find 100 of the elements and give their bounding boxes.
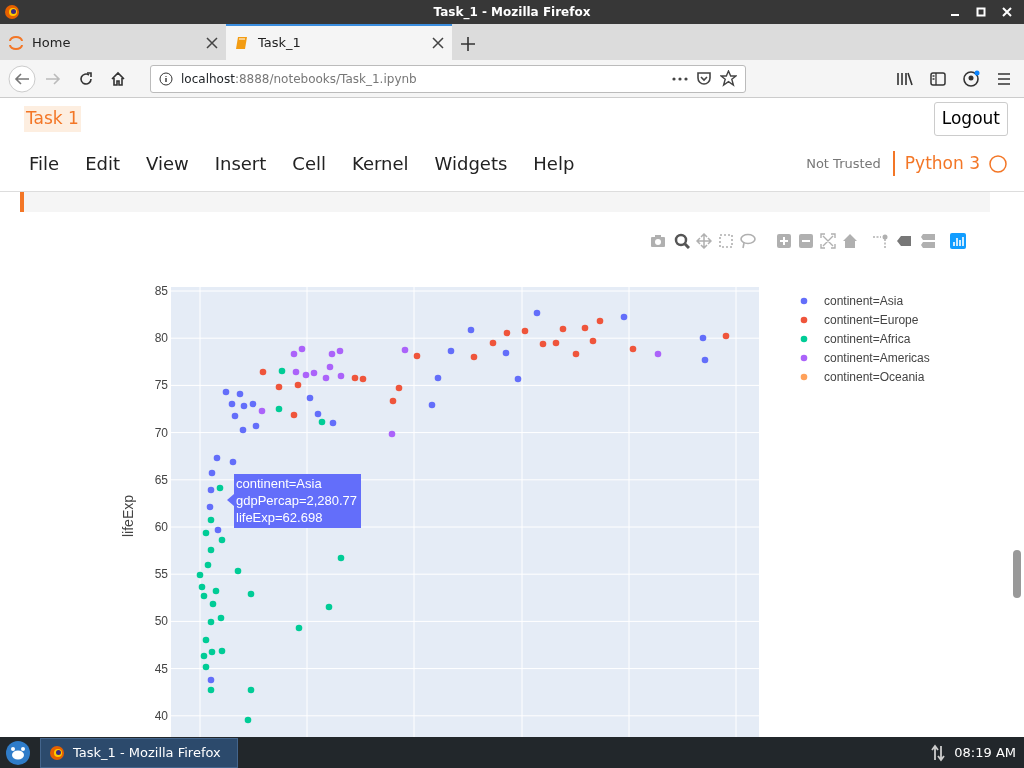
- data-point[interactable]: [275, 383, 283, 391]
- menu-item[interactable]: File: [16, 150, 73, 177]
- lasso-button[interactable]: [740, 233, 756, 249]
- data-point[interactable]: [701, 356, 709, 364]
- data-point[interactable]: [589, 337, 597, 345]
- data-point[interactable]: [521, 327, 529, 335]
- sidebar-icon[interactable]: [930, 71, 946, 86]
- data-point[interactable]: [533, 309, 541, 317]
- scrollbar-thumb[interactable]: [1013, 550, 1021, 598]
- data-point[interactable]: [244, 716, 252, 724]
- legend-label[interactable]: continent=Africa: [824, 332, 911, 346]
- data-point[interactable]: [447, 347, 455, 355]
- start-menu-icon[interactable]: [4, 738, 32, 767]
- data-point[interactable]: [202, 529, 210, 537]
- menu-item[interactable]: Kernel: [339, 150, 422, 177]
- data-point[interactable]: [502, 349, 510, 357]
- data-point[interactable]: [213, 454, 221, 462]
- data-point[interactable]: [514, 375, 522, 383]
- network-icon[interactable]: [930, 743, 947, 762]
- data-point[interactable]: [351, 374, 359, 382]
- data-point[interactable]: [207, 546, 215, 554]
- data-point[interactable]: [247, 590, 255, 598]
- autoscale-button[interactable]: [820, 233, 836, 249]
- data-point[interactable]: [231, 412, 239, 420]
- data-point[interactable]: [249, 400, 257, 408]
- data-point[interactable]: [234, 567, 242, 575]
- camera-button[interactable]: [650, 233, 666, 249]
- data-point[interactable]: [722, 332, 730, 340]
- data-point[interactable]: [290, 350, 298, 358]
- data-point[interactable]: [489, 339, 497, 347]
- data-point[interactable]: [259, 368, 267, 376]
- browser-tab[interactable]: Home: [0, 24, 226, 60]
- data-point[interactable]: [620, 313, 628, 321]
- legend-label[interactable]: continent=Oceania: [824, 370, 925, 384]
- data-point[interactable]: [228, 400, 236, 408]
- data-point[interactable]: [434, 374, 442, 382]
- home-button[interactable]: [110, 70, 126, 87]
- data-point[interactable]: [325, 603, 333, 611]
- data-point[interactable]: [388, 430, 396, 438]
- data-point[interactable]: [278, 367, 286, 375]
- data-point[interactable]: [467, 326, 475, 334]
- bar-chart-logo-button[interactable]: [950, 233, 966, 249]
- data-point[interactable]: [401, 346, 409, 354]
- box-select-button[interactable]: [718, 233, 734, 249]
- data-point[interactable]: [218, 536, 226, 544]
- data-point[interactable]: [222, 388, 230, 396]
- zoom-in-button[interactable]: [776, 233, 792, 249]
- data-point[interactable]: [204, 561, 212, 569]
- spike-lines-button[interactable]: [872, 233, 888, 249]
- legend-marker[interactable]: [800, 335, 808, 343]
- address-field[interactable]: localhost:8888/notebooks/Task_1.ipynb: [150, 64, 746, 93]
- data-point[interactable]: [214, 526, 222, 534]
- data-point[interactable]: [337, 554, 345, 562]
- legend-marker[interactable]: [800, 316, 808, 324]
- data-point[interactable]: [240, 402, 248, 410]
- data-point[interactable]: [212, 587, 220, 595]
- data-point[interactable]: [326, 363, 334, 371]
- legend-label[interactable]: continent=Americas: [824, 351, 930, 365]
- zoom-button[interactable]: [674, 233, 690, 249]
- data-point[interactable]: [337, 372, 345, 380]
- data-point[interactable]: [318, 418, 326, 426]
- data-point[interactable]: [207, 676, 215, 684]
- data-point[interactable]: [198, 583, 206, 591]
- data-point[interactable]: [239, 426, 247, 434]
- legend-marker[interactable]: [800, 354, 808, 362]
- data-point[interactable]: [295, 624, 303, 632]
- data-point[interactable]: [503, 329, 511, 337]
- data-point[interactable]: [572, 350, 580, 358]
- data-point[interactable]: [314, 410, 322, 418]
- data-point[interactable]: [217, 614, 225, 622]
- account-icon[interactable]: [962, 69, 980, 88]
- menu-item[interactable]: Insert: [201, 150, 280, 177]
- menu-item[interactable]: Cell: [279, 150, 339, 177]
- data-point[interactable]: [359, 375, 367, 383]
- taskbar-window-button[interactable]: Task_1 - Mozilla Firefox: [40, 737, 238, 768]
- legend-label[interactable]: continent=Europe: [824, 313, 919, 327]
- data-point[interactable]: [329, 419, 337, 427]
- data-point[interactable]: [395, 384, 403, 392]
- data-point[interactable]: [216, 484, 224, 492]
- trust-indicator[interactable]: Not Trusted: [806, 153, 881, 174]
- pocket-icon[interactable]: [696, 71, 712, 86]
- pan-button[interactable]: [696, 233, 712, 249]
- info-icon[interactable]: [159, 71, 173, 86]
- data-point[interactable]: [413, 352, 421, 360]
- browser-tab[interactable]: Task_1: [226, 24, 452, 60]
- data-point[interactable]: [699, 334, 707, 342]
- legend-marker[interactable]: [800, 373, 808, 381]
- data-point[interactable]: [207, 516, 215, 524]
- data-point[interactable]: [200, 652, 208, 660]
- data-point[interactable]: [247, 686, 255, 694]
- reload-button[interactable]: [78, 70, 94, 87]
- data-point[interactable]: [552, 339, 560, 347]
- data-point[interactable]: [310, 369, 318, 377]
- close-tab-icon[interactable]: [432, 37, 444, 49]
- star-icon[interactable]: [720, 70, 737, 87]
- data-point[interactable]: [229, 458, 237, 466]
- data-point[interactable]: [207, 686, 215, 694]
- data-point[interactable]: [428, 401, 436, 409]
- data-point[interactable]: [654, 350, 662, 358]
- data-point[interactable]: [389, 397, 397, 405]
